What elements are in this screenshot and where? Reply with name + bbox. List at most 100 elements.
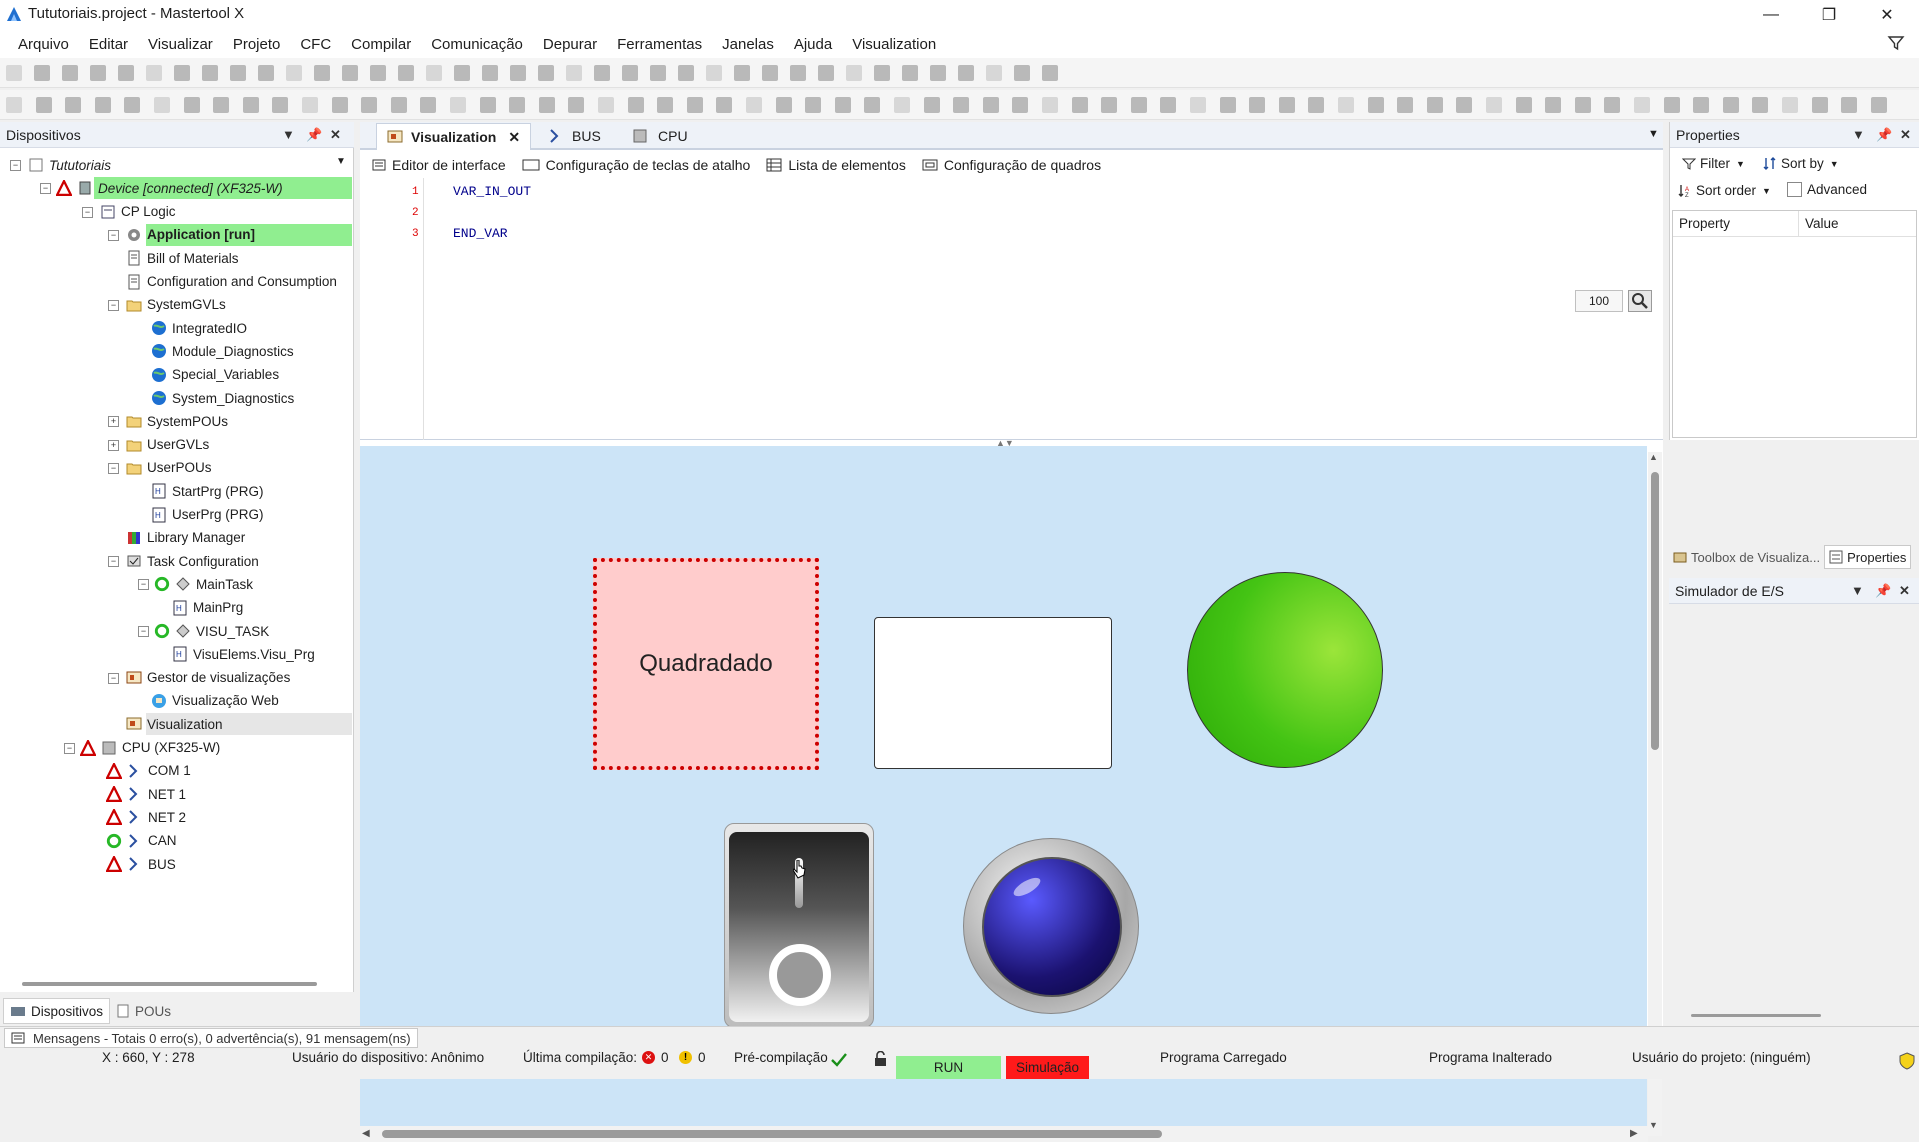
menu-depurar[interactable]: Depurar bbox=[533, 36, 607, 53]
align-tool-icon[interactable] bbox=[686, 97, 703, 113]
tree-item[interactable]: IntegratedIO bbox=[151, 317, 247, 339]
align-tool-icon[interactable] bbox=[1545, 97, 1562, 113]
tree-item[interactable]: Gestor de visualizações bbox=[126, 667, 290, 689]
toolbar-button-icon[interactable] bbox=[342, 65, 358, 81]
green-circle-element[interactable] bbox=[1187, 572, 1383, 768]
align-tool-icon[interactable] bbox=[1071, 97, 1088, 113]
align-tool-icon[interactable] bbox=[479, 97, 496, 113]
toolbar-button-icon[interactable] bbox=[622, 65, 638, 81]
align-tool-icon[interactable] bbox=[1426, 97, 1443, 113]
sort-by-button[interactable]: Sort by ▼ bbox=[1763, 156, 1839, 171]
pin-icon[interactable]: 📌 bbox=[306, 127, 322, 143]
collapse-icon[interactable]: − bbox=[108, 556, 119, 568]
toolbar-button-icon[interactable] bbox=[230, 65, 246, 81]
toolbar-button-icon[interactable] bbox=[790, 65, 806, 81]
rectangle-element[interactable]: Quadradado bbox=[593, 558, 819, 770]
tree-item[interactable]: Bill of Materials bbox=[126, 247, 239, 269]
align-tool-icon[interactable] bbox=[1190, 97, 1206, 113]
align-tool-icon[interactable] bbox=[1752, 97, 1769, 113]
align-tool-icon[interactable] bbox=[302, 97, 318, 113]
align-tool-icon[interactable] bbox=[746, 97, 762, 113]
collapse-icon[interactable]: − bbox=[108, 462, 119, 474]
tree-item[interactable]: CPU (XF325-W) bbox=[80, 737, 220, 759]
toolbar-button-icon[interactable] bbox=[706, 65, 722, 81]
align-tool-icon[interactable] bbox=[1870, 97, 1887, 113]
align-tool-icon[interactable] bbox=[1456, 97, 1473, 113]
subtab-editor-interface[interactable]: Editor de interface bbox=[372, 157, 506, 173]
align-tool-icon[interactable] bbox=[923, 97, 940, 113]
toolbar-button-icon[interactable] bbox=[62, 65, 78, 81]
tree-item[interactable]: Visualization bbox=[126, 713, 223, 735]
align-tool-icon[interactable] bbox=[65, 97, 82, 113]
toolbar-button-icon[interactable] bbox=[34, 65, 50, 81]
tree-item[interactable]: CAN bbox=[106, 830, 177, 852]
align-tool-icon[interactable] bbox=[775, 97, 792, 113]
toolbar-button-icon[interactable] bbox=[398, 65, 414, 81]
tab-pous[interactable]: POUs bbox=[110, 999, 177, 1023]
align-tool-icon[interactable] bbox=[1397, 97, 1414, 113]
shield-icon[interactable] bbox=[1898, 1052, 1916, 1070]
align-tool-icon[interactable] bbox=[1574, 97, 1591, 113]
collapse-icon[interactable]: − bbox=[138, 626, 149, 637]
align-tool-icon[interactable] bbox=[1278, 97, 1295, 113]
tree-item[interactable]: Application [run] bbox=[126, 224, 255, 246]
filter-icon[interactable] bbox=[1887, 34, 1905, 52]
toolbar-button-icon[interactable] bbox=[482, 65, 498, 81]
close-panel-icon[interactable]: ✕ bbox=[1900, 127, 1911, 143]
menu-cfc[interactable]: CFC bbox=[290, 36, 341, 53]
align-tool-icon[interactable] bbox=[1634, 97, 1650, 113]
align-tool-icon[interactable] bbox=[6, 97, 22, 113]
menu-compilar[interactable]: Compilar bbox=[341, 36, 421, 53]
collapse-icon[interactable]: − bbox=[82, 206, 93, 218]
tab-close-icon[interactable]: ✕ bbox=[508, 129, 520, 146]
close-panel-icon[interactable]: ✕ bbox=[1899, 583, 1910, 599]
toolbar-button-icon[interactable] bbox=[6, 65, 22, 81]
io-hscrollbar[interactable] bbox=[1691, 1014, 1821, 1017]
tab-dispositivos[interactable]: Dispositivos bbox=[3, 998, 111, 1024]
toolbar-button-icon[interactable] bbox=[314, 65, 330, 81]
align-tool-icon[interactable] bbox=[834, 97, 851, 113]
tree-item[interactable]: MainTask bbox=[154, 573, 253, 595]
align-tool-icon[interactable] bbox=[1308, 97, 1325, 113]
toolbar-button-icon[interactable] bbox=[874, 65, 890, 81]
tab-list-dropdown-icon[interactable]: ▼ bbox=[1648, 128, 1659, 140]
tree-item[interactable]: Configuration and Consumption bbox=[126, 271, 337, 293]
panel-dropdown-icon[interactable]: ▼ bbox=[282, 127, 295, 142]
toolbar-button-icon[interactable] bbox=[426, 65, 442, 81]
menu-arquivo[interactable]: Arquivo bbox=[8, 36, 79, 53]
tree-item[interactable]: Tututoriais bbox=[28, 154, 111, 176]
tab-properties[interactable]: Properties bbox=[1824, 545, 1912, 569]
panel-dropdown-icon[interactable]: ▼ bbox=[1851, 583, 1864, 598]
toolbar-button-icon[interactable] bbox=[958, 65, 974, 81]
tree-item[interactable]: UserGVLs bbox=[126, 434, 209, 456]
align-tool-icon[interactable] bbox=[1486, 97, 1502, 113]
expand-icon[interactable]: + bbox=[108, 416, 119, 428]
minimize-icon[interactable]: — bbox=[1742, 0, 1800, 30]
collapse-icon[interactable]: − bbox=[10, 160, 21, 171]
align-tool-icon[interactable] bbox=[538, 97, 555, 113]
tree-item[interactable]: Special_Variables bbox=[151, 364, 279, 386]
collapse-icon[interactable]: − bbox=[64, 742, 75, 754]
align-tool-icon[interactable] bbox=[420, 97, 437, 113]
collapse-icon[interactable]: − bbox=[138, 579, 149, 591]
toolbar-button-icon[interactable] bbox=[566, 65, 582, 81]
menu-projeto[interactable]: Projeto bbox=[223, 36, 291, 53]
align-tool-icon[interactable] bbox=[390, 97, 407, 113]
toolbar-button-icon[interactable] bbox=[454, 65, 470, 81]
zoom-field[interactable]: 100 bbox=[1575, 290, 1623, 312]
lock-icon[interactable] bbox=[872, 1051, 890, 1067]
tree-item[interactable]: UserPOUs bbox=[126, 457, 212, 479]
subtab-hotkeys[interactable]: Configuração de teclas de atalho bbox=[522, 157, 750, 173]
subtab-element-list[interactable]: Lista de elementos bbox=[766, 157, 906, 173]
menu-comunicacao[interactable]: Comunicação bbox=[421, 36, 533, 53]
tree-item[interactable]: BUS bbox=[106, 853, 176, 875]
blue-lamp-element[interactable] bbox=[963, 838, 1139, 1014]
align-tool-icon[interactable] bbox=[94, 97, 111, 113]
align-tool-icon[interactable] bbox=[361, 97, 378, 113]
toolbar-button-icon[interactable] bbox=[930, 65, 946, 81]
toolbar-button-icon[interactable] bbox=[370, 65, 386, 81]
collapse-icon[interactable]: − bbox=[108, 299, 119, 311]
collapse-icon[interactable]: − bbox=[40, 183, 51, 195]
tab-visualization[interactable]: Visualization ✕ bbox=[376, 123, 532, 150]
messages-tab[interactable]: Mensagens - Totais 0 erro(s), 0 advertên… bbox=[4, 1028, 418, 1048]
